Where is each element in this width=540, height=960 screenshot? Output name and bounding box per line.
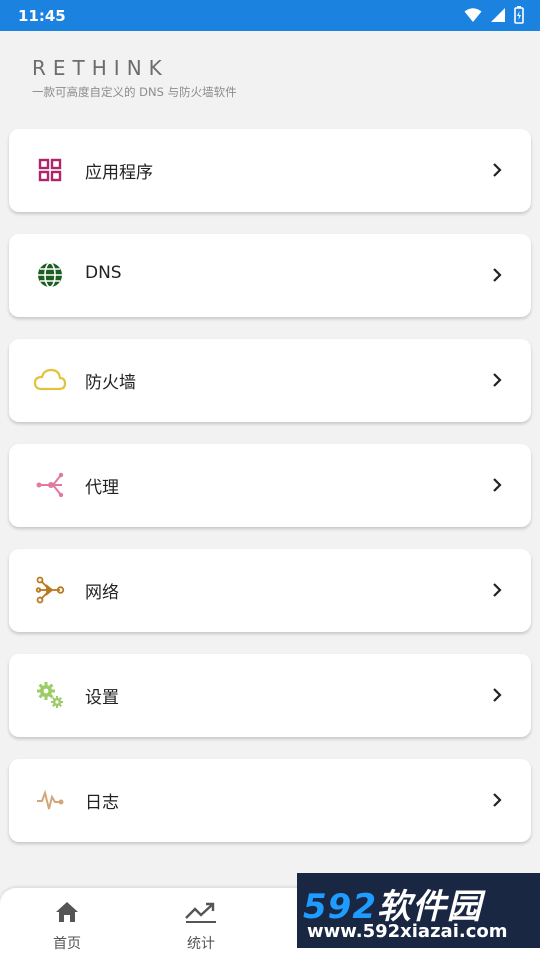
proxy-icon — [36, 472, 64, 498]
signal-icon — [491, 8, 505, 22]
menu-item-label: 防火墙 — [85, 373, 136, 393]
menu-item-label: 日志 — [85, 793, 119, 813]
nav-stats[interactable]: 统计 — [161, 900, 241, 953]
menu-item-logs[interactable]: 日志 — [9, 759, 531, 842]
watermark-url: www.592xiazai.com — [307, 921, 508, 942]
apps-grid-icon — [38, 158, 62, 182]
menu-item-label: 代理 — [85, 478, 119, 498]
chevron-right-icon — [493, 583, 502, 597]
battery-icon — [514, 6, 524, 24]
wifi-icon — [464, 8, 482, 22]
chevron-right-icon — [493, 688, 502, 702]
menu-item-label: DNS — [85, 263, 122, 283]
menu-item-label: 应用程序 — [85, 163, 153, 183]
status-time: 11:45 — [18, 7, 66, 25]
menu-item-label: 网络 — [85, 583, 119, 603]
chevron-right-icon — [493, 268, 502, 282]
gears-icon — [37, 682, 63, 708]
chevron-right-icon — [493, 478, 502, 492]
app-tagline: 一款可高度自定义的 DNS 与防火墙软件 — [32, 85, 237, 99]
chevron-right-icon — [493, 163, 502, 177]
globe-icon — [38, 262, 62, 288]
nav-home[interactable]: 首页 — [27, 900, 107, 953]
watermark: 592软件园 www.592xiazai.com — [297, 873, 540, 948]
menu-item-dns[interactable]: DNS — [9, 234, 531, 317]
pulse-icon — [37, 789, 64, 810]
status-bar: 11:45 — [0, 0, 540, 31]
menu-item-apps[interactable]: 应用程序 — [9, 129, 531, 212]
menu-item-network[interactable]: 网络 — [9, 549, 531, 632]
network-icon — [35, 576, 65, 604]
trending-up-icon — [185, 902, 216, 923]
menu-item-label: 设置 — [85, 688, 119, 708]
chevron-right-icon — [493, 793, 502, 807]
menu-item-settings[interactable]: 设置 — [9, 654, 531, 737]
nav-label: 统计 — [187, 936, 215, 952]
home-icon — [56, 902, 78, 922]
header: RETHINK 一款可高度自定义的 DNS 与防火墙软件 — [32, 56, 237, 100]
app-brand-title: RETHINK — [32, 56, 169, 80]
chevron-right-icon — [493, 373, 502, 387]
nav-label: 首页 — [53, 936, 81, 952]
menu-item-firewall[interactable]: 防火墙 — [9, 339, 531, 422]
cloud-icon — [33, 368, 67, 391]
menu-item-proxy[interactable]: 代理 — [9, 444, 531, 527]
